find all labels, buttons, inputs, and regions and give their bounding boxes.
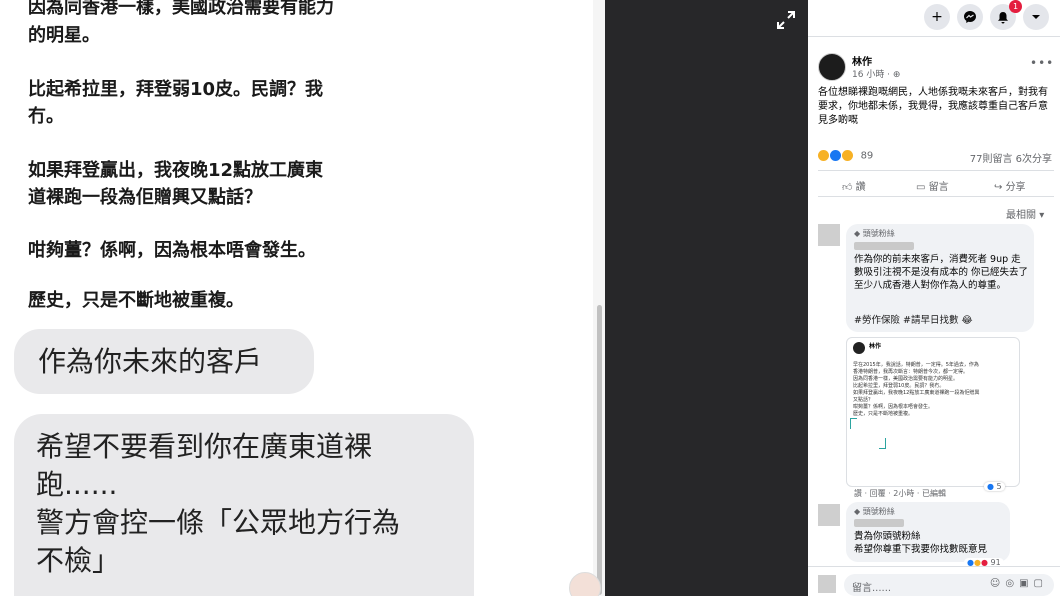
comment-button[interactable]: ▭ 留言: [916, 178, 949, 193]
reaction-summary[interactable]: 89: [818, 150, 873, 162]
comment-icon: ▭: [916, 182, 929, 193]
haha-react-icon: [818, 150, 829, 161]
post-text-line: 的明星。: [28, 25, 100, 46]
expand-icon[interactable]: [776, 10, 796, 30]
comment-like-count[interactable]: ● 5: [984, 482, 1005, 491]
divider: [808, 36, 1060, 37]
top-fan-label: 頭號粉絲: [862, 229, 895, 238]
embedded-author: 林作: [869, 343, 882, 350]
post-text-line: 咁夠薑？係啊，因為根本唔會發生。: [28, 240, 316, 261]
share-icon: ↪: [994, 182, 1006, 193]
photo-viewer-background: [605, 0, 808, 596]
avatar: [853, 342, 865, 354]
avatar: [569, 572, 601, 596]
camera-icon[interactable]: ◎: [1005, 578, 1019, 589]
commenter-avatar[interactable]: [818, 504, 840, 526]
chat-bubble-line: 跑......: [36, 468, 118, 501]
comment-text: 作為你的前未來客戶，消費死者 9up 走數吸引注視不是沒有成本的 你已經失去了至…: [854, 254, 1029, 291]
comment-bubble: ◆ 頭號粉絲 作為你的前未來客戶，消費死者 9up 走數吸引注視不是沒有成本的 …: [846, 224, 1034, 332]
embedded-line: 咁夠薑？係啊，因為根本唔會發生。: [853, 404, 934, 410]
post-text-line: 歷史，只是不斷地被重複。: [28, 290, 244, 311]
notification-badge: 1: [1009, 0, 1022, 13]
post-text-line: 比起希拉里，拜登弱10皮。民調？我: [28, 79, 324, 100]
post-text-line: 因為同香港一樣，美國政治需要有能力: [28, 0, 334, 18]
sort-dropdown[interactable]: 最相關 ▾: [1006, 206, 1044, 221]
reaction-count: 89: [860, 150, 874, 162]
composer-icons[interactable]: ☺◎▣▢: [990, 578, 1048, 589]
emoji-icon: 😂: [961, 315, 973, 326]
comment-label: 留言: [928, 182, 949, 193]
chat-bubble: 作為你未來的客戶: [14, 329, 314, 394]
chat-screenshot-panel: 因為同香港一樣，美國政治需要有能力 的明星。 比起希拉里，拜登弱10皮。民調？我…: [0, 0, 605, 596]
like-react-icon: ●: [987, 482, 994, 491]
highlight-bracket: [879, 438, 886, 449]
bell-icon: [998, 11, 1008, 23]
commenter-avatar[interactable]: [818, 224, 840, 246]
embedded-line: 歷史，只是不斷地被重複。: [853, 411, 914, 417]
divider: [818, 170, 1054, 171]
commenter-name[interactable]: [854, 242, 914, 250]
post-caption: 各位想睇裸跑嘅網民，人地係我嘅未來客戶，對我有要求，你地都未係，我覺得，我應該尊…: [818, 87, 1048, 126]
top-fan-badge: ◆ 頭號粉絲: [854, 229, 895, 238]
messenger-icon[interactable]: [957, 4, 983, 30]
thumbs-up-icon: 👍︎: [842, 182, 856, 193]
globe-icon: ⊕: [892, 70, 901, 80]
post-time-text: 16 小時 ·: [852, 70, 893, 80]
share-button[interactable]: ↪ 分享: [994, 178, 1026, 193]
comment-meta[interactable]: 讚 · 回覆 · 2小時 · 已編輯: [854, 488, 946, 499]
top-fan-label: 頭號粉絲: [862, 507, 895, 516]
comment-placeholder: 留言......: [852, 583, 892, 594]
comment-input[interactable]: 留言...... ☺◎▣▢: [844, 574, 1054, 596]
top-bar: + 1: [808, 0, 1060, 36]
sort-label: 最相關: [1006, 210, 1036, 221]
chevron-down-icon[interactable]: [1023, 4, 1049, 30]
like-label: 讚: [855, 182, 866, 193]
scrollbar-thumb[interactable]: [597, 305, 602, 595]
chat-bubble-line: 不檢」: [36, 544, 121, 577]
embedded-screenshot[interactable]: 林作 早在2015年，我說話，特朗普，一定得。5年過去，作為 香港特朗普，我再次…: [846, 337, 1020, 487]
post-time: 16 小時 · ⊕: [852, 67, 900, 80]
chat-bubble: 希望不要看到你在廣東道裸 跑...... 警方會控一條「公眾地方行為 不檢」: [14, 414, 474, 596]
comment-like-number: 5: [996, 482, 1002, 491]
chat-bubble-line: 希望不要看到你在廣東道裸: [36, 430, 373, 463]
embedded-line: 又點話？: [853, 397, 874, 403]
messenger-icon: [964, 11, 976, 23]
plus-icon[interactable]: +: [924, 4, 950, 30]
chevron-down-icon: ▾: [1039, 210, 1045, 221]
post-text-line: 如果拜登贏出，我夜晚12點放工廣東: [28, 160, 324, 181]
divider: [808, 566, 1060, 567]
like-button[interactable]: 👍︎ 讚: [842, 178, 866, 193]
commenter-name[interactable]: [854, 519, 904, 527]
comment-hashtags: #勞作保險 #請早日找數 😂: [854, 314, 1030, 327]
embedded-text: 早在2015年，我說話，特朗普，一定得。5年過去，作為 香港特朗普，我再次斷言：…: [853, 362, 1015, 418]
author-name[interactable]: 林作: [852, 53, 872, 68]
post-text-line: 冇。: [28, 106, 64, 127]
like-react-icon: [830, 150, 842, 161]
chat-bubble-line: 警方會控一條「公眾地方行為: [36, 506, 401, 539]
highlight-bracket: [850, 418, 857, 429]
comment-text: 希望你尊重下我要你找數既意見: [854, 544, 988, 555]
gif-icon[interactable]: ▣: [1019, 578, 1033, 589]
top-fan-badge: ◆ 頭號粉絲: [854, 507, 895, 516]
facebook-post-panel: + 1 林作 16 小時 · ⊕ ••• 各位想睇裸跑嘅網民，人地係我嘅未來客戶…: [808, 0, 1060, 596]
sticker-icon[interactable]: ▢: [1034, 578, 1048, 589]
my-avatar: [818, 575, 836, 593]
wow-react-icon: [842, 150, 854, 161]
post-text-line: 道裸跑一段為佢贈興又點話？: [28, 187, 262, 208]
chevron-down-icon: [1032, 15, 1040, 19]
more-options-icon[interactable]: •••: [1030, 56, 1054, 70]
comment-bubble: ◆ 頭號粉絲 貴為你頭號粉絲 希望你尊重下我要你找數既意見: [846, 502, 1010, 562]
author-avatar[interactable]: [818, 53, 846, 81]
embedded-line: 香港特朗普，我再次斷言：特朗普今次，都一定得。: [853, 369, 969, 375]
divider: [818, 196, 1054, 197]
embedded-line: 因為同香港一樣，美國政治需要有能力的明星。: [853, 376, 959, 382]
comment-hashtags-text: #勞作保險 #請早日找數: [854, 315, 962, 326]
comment-text: 貴為你頭號粉絲: [854, 531, 921, 542]
embedded-line: 早在2015年，我說話，特朗普，一定得。5年過去，作為: [853, 362, 979, 368]
embedded-line: 比起希拉里，拜登弱10皮。民調？我冇。: [853, 383, 945, 389]
comment-share-counts[interactable]: 77則留言 6次分享: [970, 150, 1052, 165]
share-label: 分享: [1005, 182, 1026, 193]
embedded-line: 如果拜登贏出，我夜晚12點放工廣東道裸跑一段為佢贈興: [853, 390, 980, 396]
emoji-icon[interactable]: ☺: [990, 578, 1005, 589]
